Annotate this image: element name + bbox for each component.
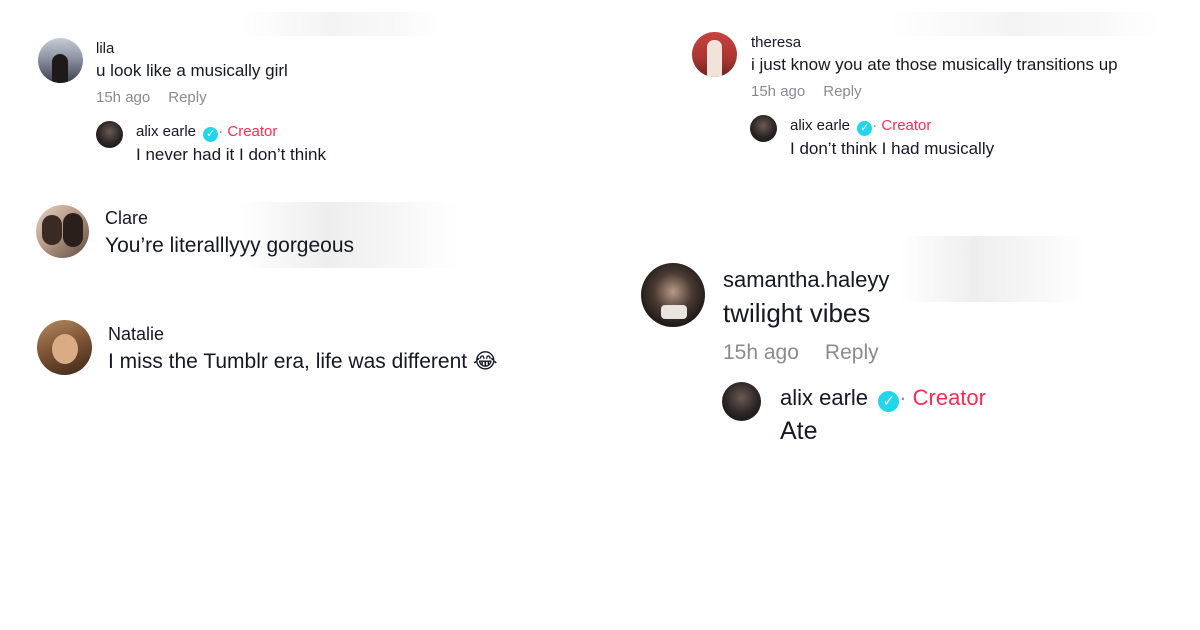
comment-natalie: Natalie I miss the Tumblr era, life was … (37, 320, 497, 377)
creator-badge: Creator (912, 385, 986, 410)
creator-reply: alix earle ✓ · Creator I don’t think I ha… (750, 115, 994, 161)
reply-username[interactable]: alix earle (790, 117, 850, 134)
avatar-samantha[interactable] (641, 263, 705, 327)
comment-theresa: theresa i just know you ate those musica… (692, 32, 1118, 102)
comment-clare: Clare You’re literalllyyy gorgeous (36, 205, 354, 261)
creator-badge: Creator (227, 123, 278, 140)
comment-text: u look like a musically girl (96, 61, 288, 80)
avatar-alix-earle[interactable] (750, 115, 777, 142)
verified-check-icon: ✓ (203, 127, 219, 142)
verified-check-icon: ✓ (857, 121, 873, 136)
reply-text: I don’t think I had musically (790, 139, 995, 158)
comment-lila: lila u look like a musically girl 15h ag… (38, 38, 288, 108)
avatar-alix-earle[interactable] (722, 382, 761, 421)
avatar-clare[interactable] (36, 205, 89, 258)
comment-username[interactable]: lila (96, 40, 288, 58)
reply-button[interactable]: Reply (168, 89, 206, 106)
verified-check-icon: ✓ (878, 391, 900, 412)
creator-reply: alix earle ✓ · Creator Ate (722, 382, 986, 448)
laughing-emoji-icon: 😂 (472, 350, 498, 373)
creator-reply: alix earle ✓ · Creator I never had it I d… (96, 121, 326, 167)
reply-username[interactable]: alix earle (780, 385, 868, 410)
avatar-alix-earle[interactable] (96, 121, 123, 148)
creator-badge: Creator (881, 117, 932, 134)
reply-username[interactable]: alix earle (136, 123, 196, 140)
avatar-theresa[interactable] (692, 32, 737, 77)
comment-username[interactable]: samantha.haleyy (723, 266, 889, 294)
reply-button[interactable]: Reply (823, 83, 861, 100)
comment-samantha: samantha.haleyy twilight vibes 15h ago Re… (641, 263, 889, 367)
comment-username[interactable]: Natalie (108, 323, 497, 345)
avatar-natalie[interactable] (37, 320, 92, 375)
comment-text: I miss the Tumblr era, life was differen… (108, 350, 468, 373)
comment-username[interactable]: theresa (751, 34, 1118, 52)
comment-username[interactable]: Clare (105, 207, 354, 229)
comment-timestamp: 15h ago (96, 89, 151, 106)
comment-text: twilight vibes (723, 298, 871, 328)
avatar-lila[interactable] (38, 38, 83, 83)
comment-timestamp: 15h ago (723, 341, 799, 364)
reply-button[interactable]: Reply (825, 341, 879, 364)
comment-timestamp: 15h ago (751, 83, 806, 100)
reply-text: I never had it I don’t think (136, 145, 326, 164)
reply-text: Ate (780, 417, 818, 445)
comment-text: You’re literalllyyy gorgeous (105, 234, 355, 257)
comment-text: i just know you ate those musically tran… (751, 55, 1118, 74)
